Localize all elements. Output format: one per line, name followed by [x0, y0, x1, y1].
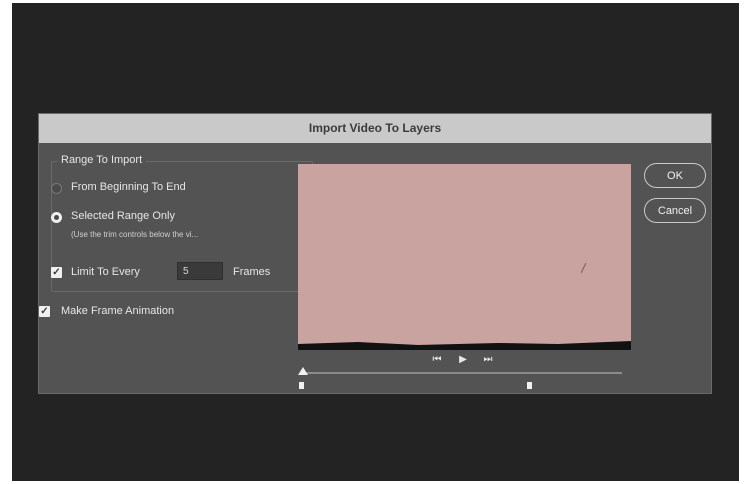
- timeline-playhead[interactable]: [298, 367, 308, 375]
- option-selected-hint: (Use the trim controls below the vi...: [71, 230, 199, 239]
- radio-beginning-to-end[interactable]: [51, 183, 62, 194]
- radio-selected-range[interactable]: [51, 212, 62, 223]
- limit-frames-input[interactable]: [177, 262, 223, 280]
- play-icon[interactable]: ▶: [457, 354, 469, 366]
- step-forward-icon[interactable]: ⏭: [482, 354, 494, 366]
- range-group-title: Range To Import: [57, 154, 147, 166]
- cancel-button[interactable]: Cancel: [644, 198, 706, 223]
- frame-animation-checkbox[interactable]: ✓: [39, 306, 50, 317]
- dialog-title: Import Video To Layers: [39, 114, 711, 143]
- trim-end-handle[interactable]: [527, 382, 532, 389]
- option-beginning-label: From Beginning To End: [71, 181, 186, 193]
- preview-horizon: [298, 336, 631, 350]
- limit-unit-label: Frames: [233, 266, 271, 278]
- step-back-icon[interactable]: ⏮: [431, 354, 443, 366]
- option-selected-label: Selected Range Only: [71, 210, 175, 222]
- frame-animation-label: Make Frame Animation: [61, 305, 175, 317]
- ok-button[interactable]: OK: [644, 163, 706, 188]
- timeline-track[interactable]: [302, 372, 622, 374]
- preview-bird-mark: [581, 262, 587, 274]
- video-preview: [298, 164, 631, 350]
- limit-label: Limit To Every: [71, 266, 140, 278]
- import-video-dialog: Import Video To Layers Range To Import F…: [38, 113, 712, 394]
- limit-checkbox[interactable]: ✓: [51, 267, 62, 278]
- trim-start-handle[interactable]: [299, 382, 304, 389]
